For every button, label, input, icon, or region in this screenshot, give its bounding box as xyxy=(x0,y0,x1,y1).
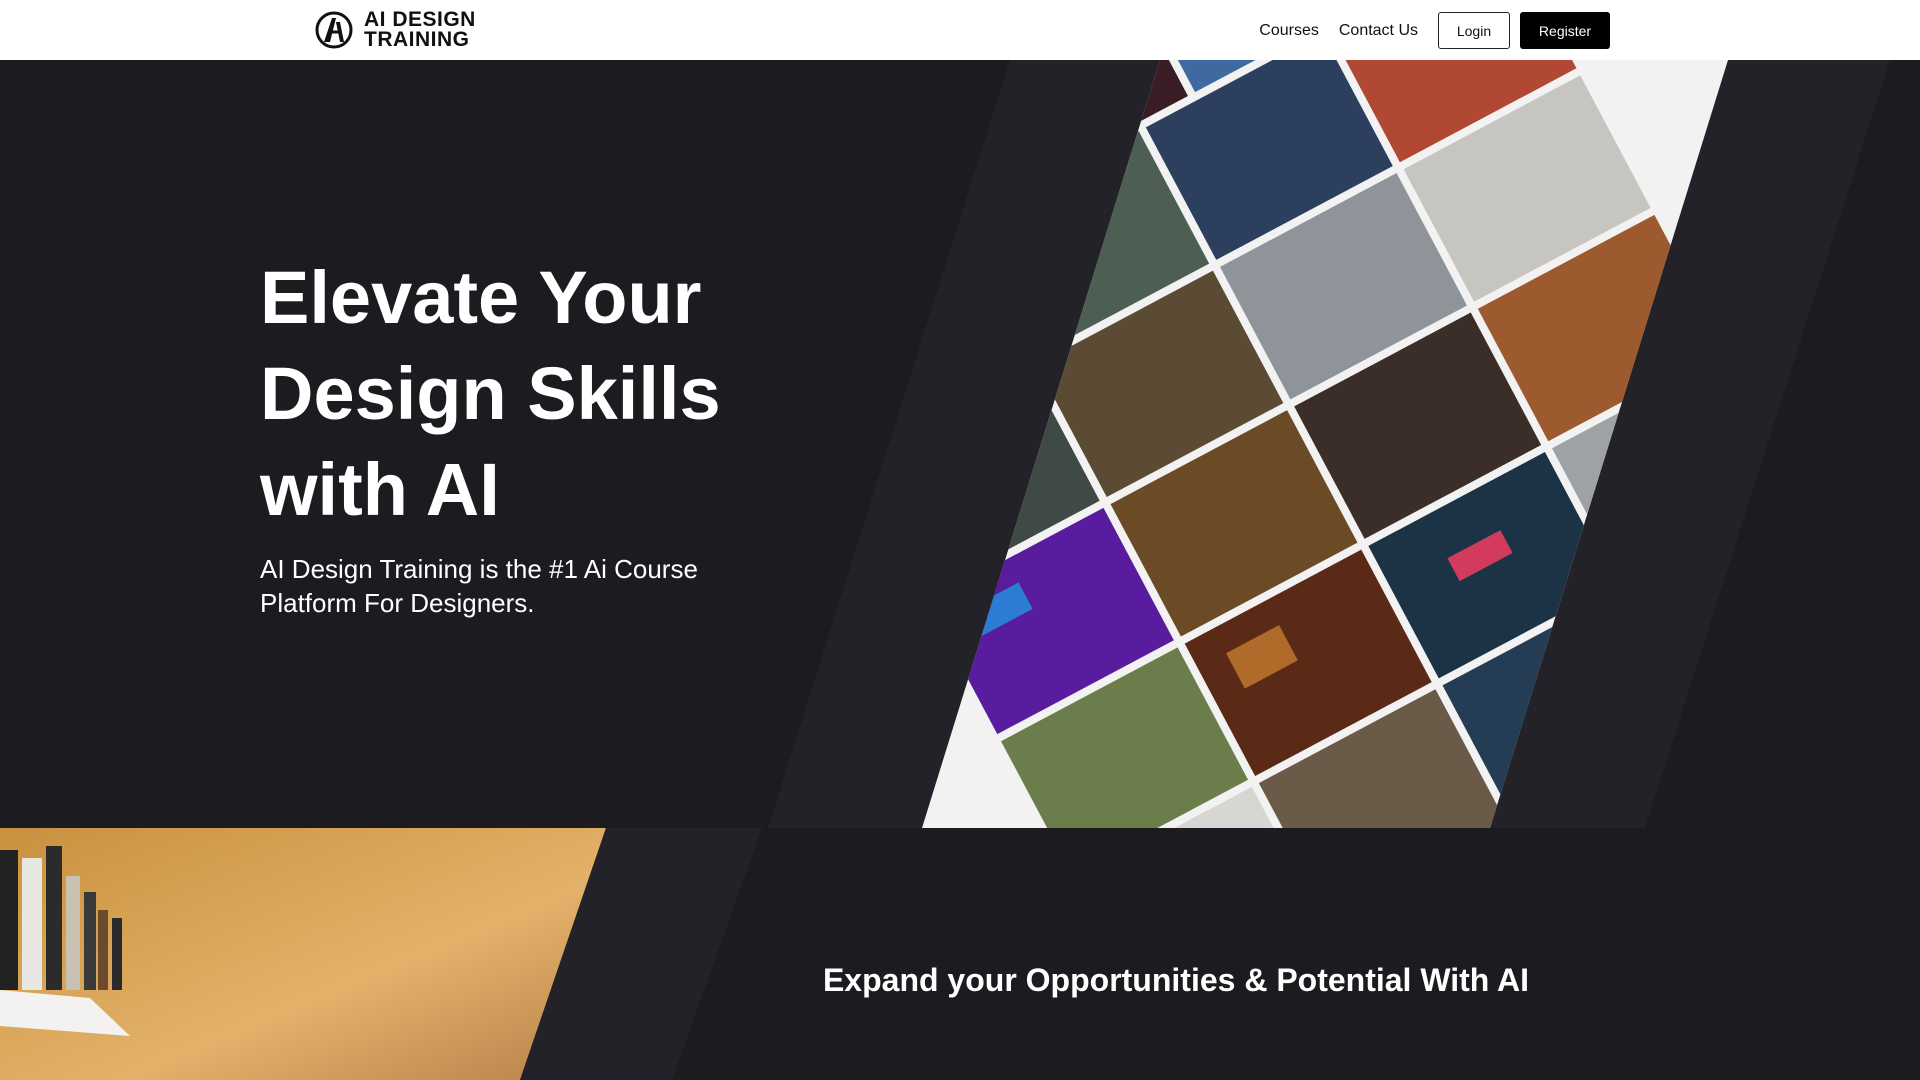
hero-title: Elevate Your Design Skills with AI xyxy=(260,256,721,531)
nav-contact-link[interactable]: Contact Us xyxy=(1339,13,1418,49)
hero-section: Elevate Your Design Skills with AI AI De… xyxy=(0,60,1920,828)
section-heading: Expand your Opportunities & Potential Wi… xyxy=(822,962,1530,998)
brand-name-line1: AI DESIGN xyxy=(364,8,476,31)
section-photo-band xyxy=(0,828,762,1080)
main-nav: Courses Contact Us Login Register xyxy=(1259,12,1610,49)
nav-courses-link[interactable]: Courses xyxy=(1259,13,1319,49)
login-button[interactable]: Login xyxy=(1438,12,1510,49)
opportunities-section: Expand your Opportunities & Potential Wi… xyxy=(0,828,1920,1080)
brand-name-line2: TRAINING xyxy=(364,28,470,51)
brand-name: AI DESIGN TRAINING xyxy=(364,8,476,51)
ai-design-logo-icon xyxy=(315,11,353,49)
register-button[interactable]: Register xyxy=(1520,12,1610,49)
hero-subtitle: AI Design Training is the #1 Ai Course P… xyxy=(260,554,698,618)
brand-logo[interactable]: AI DESIGN TRAINING xyxy=(314,8,476,51)
top-navbar: AI DESIGN TRAINING Courses Contact Us Lo… xyxy=(0,0,1920,60)
